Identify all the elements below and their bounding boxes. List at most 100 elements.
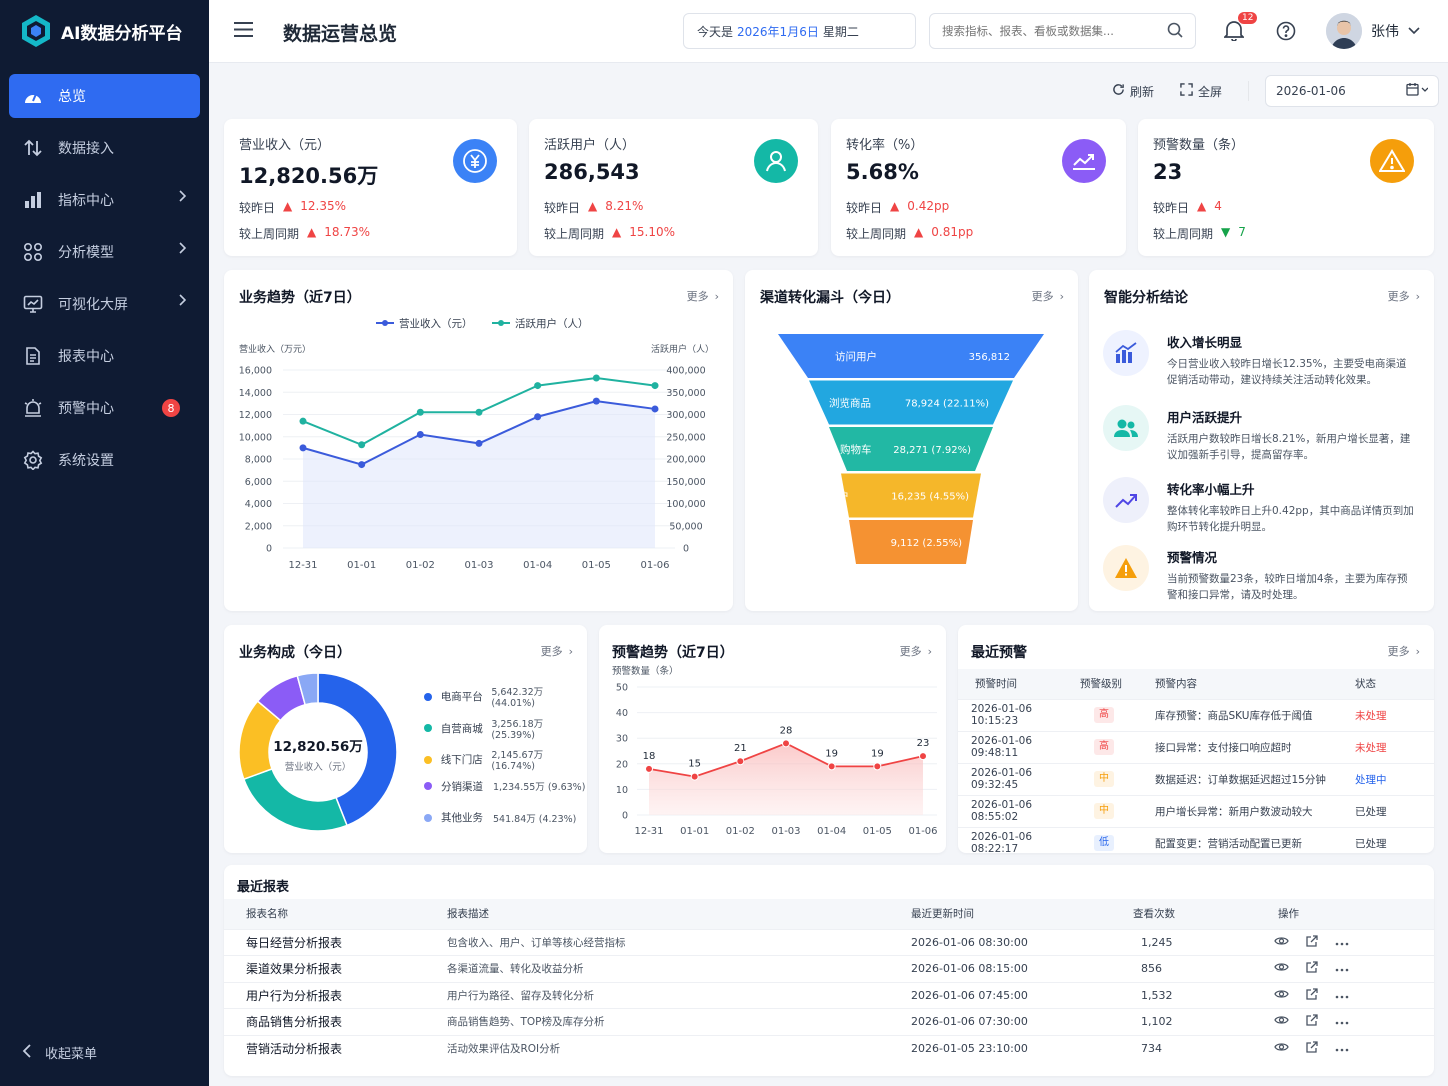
report-desc: 活动效果评估及ROI分析	[447, 1034, 911, 1062]
insight-item[interactable]: 收入增长明显 今日营业收入较昨日增长12.35%，主要受电商渠道促销活动带动，建议…	[1103, 330, 1415, 388]
trend-up-icon	[1103, 477, 1149, 523]
table-row[interactable]: 商品销售分析报表 商品销售趋势、TOP榜及库存分析 2026-01-06 07:…	[224, 1008, 1434, 1035]
more-options-icon[interactable]	[1335, 962, 1349, 975]
legend-dot	[424, 782, 432, 790]
alert-status[interactable]: 未处理	[1355, 730, 1434, 763]
table-row[interactable]: 2026-01-06 10:15:23 高 库存预警：商品SKU库存低于阈值 未…	[958, 698, 1434, 731]
kpi-card-alerts[interactable]: 预警数量（条） 23 较昨日 ▲ 4 较上周同期 ▼ 7	[1138, 119, 1434, 256]
search-icon[interactable]	[1167, 22, 1183, 41]
up-arrow-icon: ▲	[307, 225, 317, 239]
table-row[interactable]: 每日经营分析报表 包含收入、用户、订单等核心经营指标 2026-01-06 08…	[224, 928, 1434, 956]
report-actions	[1274, 1008, 1434, 1035]
view-icon[interactable]	[1274, 1042, 1289, 1055]
more-options-icon[interactable]	[1335, 1042, 1349, 1055]
sidebar-item-alerts[interactable]: 预警中心 8	[9, 386, 200, 430]
funnel-stage-value: 16,235 (4.55%)	[891, 492, 969, 503]
export-icon[interactable]	[1306, 961, 1318, 976]
kpi-compare-week: 较上周同期 ▼ 7	[1153, 225, 1246, 242]
more-options-icon[interactable]	[1335, 1015, 1349, 1028]
view-icon[interactable]	[1274, 962, 1289, 975]
more-options-icon[interactable]	[1335, 989, 1349, 1002]
report-name[interactable]: 每日经营分析报表	[224, 928, 447, 956]
view-icon[interactable]	[1274, 989, 1289, 1002]
donut-center: 12,820.56万 营业收入（元）	[263, 735, 373, 773]
data-label: 28	[780, 725, 793, 736]
funnel-stage-value: 356,812	[969, 352, 1010, 363]
alert-status[interactable]: 未处理	[1355, 698, 1434, 731]
hamburger-menu-icon[interactable]	[233, 21, 254, 41]
report-name[interactable]: 渠道效果分析报表	[224, 955, 447, 982]
y-tick-label: 0	[622, 811, 628, 822]
channel-funnel-card: 渠道转化漏斗（今日） 更多 › 访问用户 356,812 浏览商品 78,924 (22…	[745, 270, 1078, 611]
sidebar-item-metrics[interactable]: 指标中心	[9, 178, 200, 222]
export-icon[interactable]	[1306, 988, 1318, 1003]
kpi-card-conversion[interactable]: 转化率（%） 5.68% 较昨日 ▲ 0.42pp 较上周同期 ▲ 0.81pp	[831, 119, 1126, 256]
more-link[interactable]: 更多 ›	[1388, 288, 1420, 304]
fullscreen-button[interactable]: 全屏	[1180, 83, 1222, 100]
date-prefix: 今天是	[697, 24, 734, 39]
help-icon[interactable]	[1276, 21, 1296, 44]
sidebar-item-models[interactable]: 分析模型	[9, 230, 200, 274]
more-link[interactable]: 更多 ›	[541, 643, 573, 659]
report-name[interactable]: 用户行为分析报表	[224, 981, 447, 1009]
more-label: 更多	[540, 645, 563, 658]
view-icon[interactable]	[1274, 1015, 1289, 1028]
insight-item[interactable]: 预警情况 当前预警数量23条，较昨日增加4条，主要为库存预警和接口异常，请及时处理…	[1103, 545, 1415, 603]
insight-item[interactable]: 用户活跃提升 活跃用户数较昨日增长8.21%，新用户增长显著，建议加强新手引导，提…	[1103, 405, 1415, 463]
kpi-card-revenue[interactable]: 营业收入（元） 12,820.56万 较昨日 ▲ 12.35% 较上周同期 ▲ 18.7…	[224, 119, 517, 256]
collapse-menu-label: 收起菜单	[45, 1047, 98, 1062]
kpi-compare-week: 较上周同期 ▲ 18.73%	[239, 225, 370, 242]
y-tick-label: 50,000	[669, 521, 702, 532]
y-axis-label: 预警数量（条）	[612, 665, 679, 677]
report-name[interactable]: 营销活动分析报表	[224, 1034, 447, 1062]
user-menu[interactable]: 张伟	[1326, 13, 1420, 49]
x-tick-label: 01-02	[726, 826, 755, 837]
sidebar-item-reports[interactable]: 报表中心	[9, 334, 200, 378]
table-row[interactable]: 用户行为分析报表 用户行为路径、留存及转化分析 2026-01-06 07:45…	[224, 981, 1434, 1009]
table-row[interactable]: 2026-01-06 09:48:11 高 接口异常：支付接口响应超时 未处理	[958, 730, 1434, 763]
export-icon[interactable]	[1306, 935, 1318, 950]
insight-item[interactable]: 转化率小幅上升 整体转化率较昨日上升0.42pp，其中商品详情页到加购环节转化提升…	[1103, 477, 1415, 535]
notification-button[interactable]: 12	[1222, 12, 1258, 44]
table-row[interactable]: 2026-01-06 09:32:45 中 数据延迟：订单数据延迟超过15分钟 …	[958, 762, 1434, 795]
more-link[interactable]: 更多 ›	[1388, 643, 1420, 659]
table-row[interactable]: 2026-01-06 08:22:17 低 配置变更：营销活动配置已更新 已处理	[958, 826, 1434, 859]
kpi-card-active-users[interactable]: 活跃用户（人） 286,543 较昨日 ▲ 8.21% 较上周同期 ▲ 15.10%	[529, 119, 818, 256]
x-tick-label: 01-04	[523, 560, 552, 571]
report-updated: 2026-01-06 08:30:00	[911, 928, 1133, 956]
view-icon[interactable]	[1274, 936, 1289, 949]
kpi-label: 转化率（%）	[846, 138, 924, 153]
funnel-stage-label: 浏览商品	[829, 397, 871, 410]
data-point	[299, 444, 307, 452]
data-point	[534, 382, 542, 390]
sidebar-item-settings[interactable]: 系统设置	[9, 438, 200, 482]
report-name[interactable]: 商品销售分析报表	[224, 1008, 447, 1035]
chevron-right-icon: ›	[568, 644, 573, 658]
report-desc: 包含收入、用户、订单等核心经营指标	[447, 928, 911, 956]
compare-value: 15.10%	[629, 225, 676, 239]
table-row[interactable]: 2026-01-06 08:55:02 中 用户增长异常：新用户数波动较大 已处…	[958, 794, 1434, 827]
alert-status[interactable]: 处理中	[1355, 762, 1434, 795]
donut-center-label: 营业收入（元）	[284, 762, 352, 773]
data-label: 18	[643, 751, 656, 762]
app-logo[interactable]: AI数据分析平台	[0, 0, 209, 62]
y-tick-label: 0	[266, 544, 272, 555]
export-icon[interactable]	[1306, 1014, 1318, 1029]
sidebar-item-data-ingest[interactable]: 数据接入	[9, 126, 200, 170]
sidebar-item-overview[interactable]: 总览	[9, 74, 200, 118]
report-actions	[1274, 981, 1434, 1009]
sidebar-item-label: 可视化大屏	[58, 297, 128, 313]
date-picker[interactable]: 2026-01-06	[1265, 75, 1440, 107]
alert-status[interactable]: 已处理	[1355, 794, 1434, 827]
export-icon[interactable]	[1306, 1041, 1318, 1056]
kpi-value: 23	[1153, 160, 1183, 184]
collapse-menu-button[interactable]: 收起菜单	[22, 1043, 97, 1062]
refresh-button[interactable]: 刷新	[1112, 83, 1154, 100]
data-ingest-icon	[23, 138, 43, 158]
sidebar-item-bigscreen[interactable]: 可视化大屏	[9, 282, 200, 326]
table-row[interactable]: 渠道效果分析报表 各渠道流量、转化及收益分析 2026-01-06 08:15:…	[224, 955, 1434, 982]
search-input[interactable]	[942, 24, 1152, 38]
alert-status[interactable]: 已处理	[1355, 826, 1434, 859]
more-options-icon[interactable]	[1335, 936, 1349, 949]
table-row[interactable]: 营销活动分析报表 活动效果评估及ROI分析 2026-01-05 23:10:0…	[224, 1034, 1434, 1062]
